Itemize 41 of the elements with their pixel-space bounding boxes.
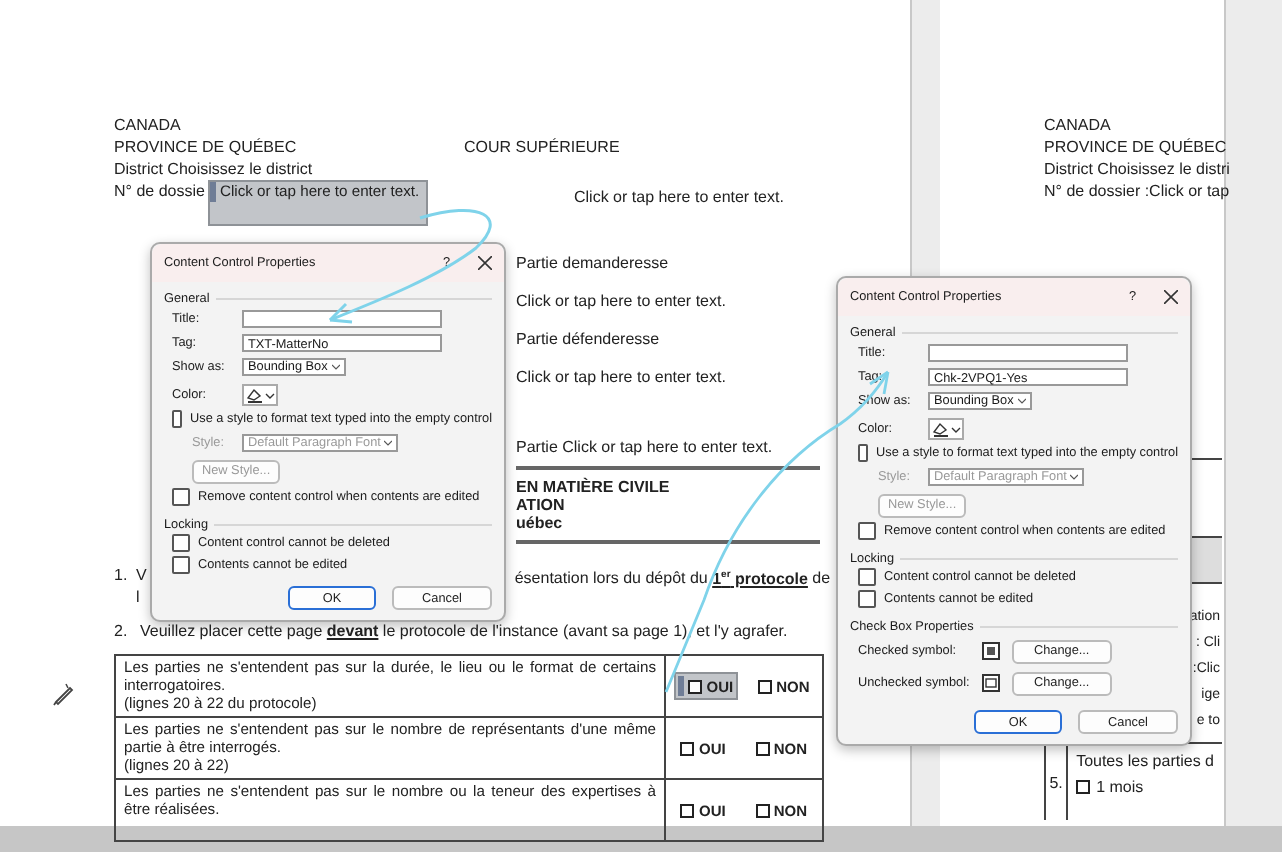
color-picker-icon[interactable] <box>928 417 964 439</box>
checked-symbol-icon <box>982 642 1000 660</box>
unchecked-symbol-icon <box>982 674 1000 692</box>
list-number: 2. <box>114 620 130 642</box>
document-text: PROVINCE DE QUÉBEC <box>114 136 299 158</box>
document-text: N° de dossie <box>114 180 207 204</box>
document-text: V <box>136 564 147 586</box>
table-cell: Toutes les parties d <box>1076 752 1214 770</box>
dropdown-caret-icon <box>384 440 393 446</box>
document-text: District Choisissez le district <box>114 158 313 180</box>
document-text: COUR SUPÉRIEURE <box>464 136 620 158</box>
close-icon[interactable] <box>1164 290 1178 304</box>
document-heading: ATION <box>516 496 565 514</box>
title-input[interactable] <box>242 310 442 328</box>
close-icon[interactable] <box>478 256 492 270</box>
document-heading: EN MATIÈRE CIVILE <box>516 478 670 496</box>
placeholder-text[interactable]: Click or tap here to enter text. <box>574 186 784 226</box>
document-text: CANADA <box>1044 114 1111 136</box>
document-text: N° de dossier :Click or tap <box>1044 180 1230 202</box>
document-heading: uébec <box>516 514 563 532</box>
document-text: CANADA <box>114 114 181 136</box>
dropdown-caret-icon <box>1070 474 1079 480</box>
document-text: Partie Click or tap here to enter text. <box>516 438 773 458</box>
title-input[interactable] <box>928 344 1128 362</box>
document-text: l <box>136 586 140 608</box>
color-picker-icon[interactable] <box>242 383 278 405</box>
document-text: District Choisissez le distri <box>1044 158 1230 180</box>
document-text: Click or tap here to enter text. <box>516 292 726 312</box>
list-number: 5. <box>1049 773 1063 791</box>
document-text: Click or tap here to enter text. <box>516 368 726 388</box>
list-number: 1. <box>114 564 130 586</box>
document-text: Partie demanderesse <box>516 254 669 274</box>
document-text: Veuillez placer cette page devant le protocole de l'instance (avant sa page 1), et l'y agrafer. <box>140 620 788 642</box>
control-handle[interactable] <box>678 676 685 696</box>
control-handle[interactable] <box>210 182 216 202</box>
document-text: PROVINCE DE QUÉBEC <box>1044 136 1227 158</box>
dropdown-caret-icon <box>331 364 340 370</box>
dropdown-caret-icon <box>1017 398 1026 404</box>
document-text: Partie défenderesse <box>516 330 660 350</box>
checkbox-option[interactable]: 1 mois <box>1076 778 1214 796</box>
pen-icon <box>52 682 76 706</box>
